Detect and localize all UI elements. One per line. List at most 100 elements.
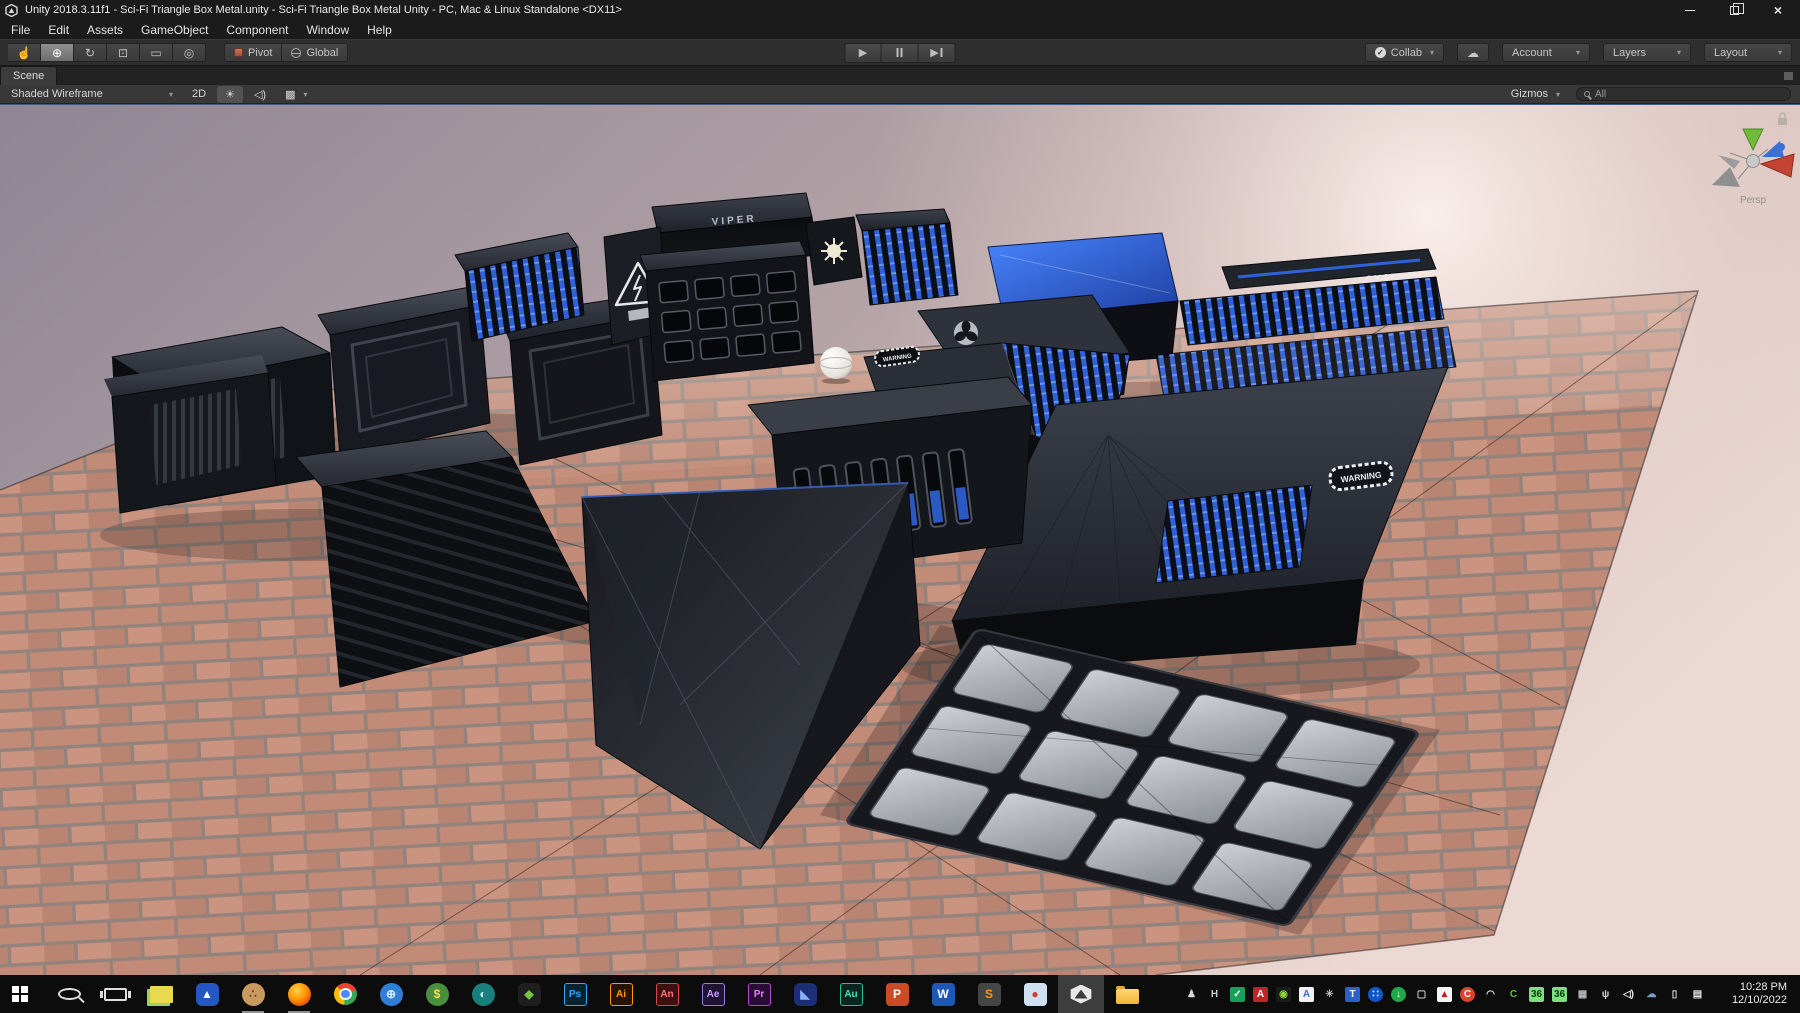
unity-window: Unity 2018.3.11f1 - Sci-Fi Triangle Box … xyxy=(0,0,1800,1013)
paint-app-icon[interactable]: ∴ xyxy=(230,975,276,1013)
menu-edit[interactable]: Edit xyxy=(39,23,78,37)
box-left-mid xyxy=(104,355,276,513)
hub-tray-icon[interactable]: ∷ xyxy=(1364,975,1387,1013)
camera-mode-label[interactable]: Persp xyxy=(1740,195,1767,206)
antivirus-tray-icon[interactable]: ✓ xyxy=(1226,975,1249,1013)
start-button[interactable] xyxy=(0,975,46,1013)
draw-mode-dropdown[interactable]: Shaded Wireframe▾ xyxy=(3,86,181,103)
taskbar-clock[interactable]: 10:28 PM 12/10/2022 xyxy=(1709,981,1795,1007)
menu-component[interactable]: Component xyxy=(217,23,297,37)
rotate-tool-button[interactable]: ↻ xyxy=(74,43,107,62)
menu-gameobject[interactable]: GameObject xyxy=(132,23,217,37)
dictionary-tray-icon[interactable]: T xyxy=(1341,975,1364,1013)
move-tool-button[interactable]: ⊕ xyxy=(41,43,74,62)
audio-toggle-button[interactable]: ◁) xyxy=(246,86,274,103)
scanner-app-icon[interactable]: ▲ xyxy=(184,975,230,1013)
menu-window[interactable]: Window xyxy=(297,23,358,37)
menu-file[interactable]: File xyxy=(2,23,39,37)
hotspot-tray-icon[interactable]: H xyxy=(1203,975,1226,1013)
windows-taskbar: ▲ ∴ ⊕ $ xyxy=(0,975,1800,1013)
hardware-monitor-tray-icon[interactable]: ▦ xyxy=(1571,975,1594,1013)
layout-dropdown[interactable]: Layout▾ xyxy=(1704,43,1792,62)
play-button[interactable]: ▶ xyxy=(845,43,882,63)
window-tray-icon[interactable]: ▢ xyxy=(1410,975,1433,1013)
gizmos-dropdown[interactable]: Gizmos▾ xyxy=(1503,86,1568,103)
battery-tray-icon[interactable]: ▯ xyxy=(1663,975,1686,1013)
cloud-button[interactable]: ☁ xyxy=(1457,43,1489,62)
onedrive-tray-icon[interactable]: ☁ xyxy=(1640,975,1663,1013)
taskbar-search-icon[interactable] xyxy=(46,975,92,1013)
3ds-max-icon[interactable]: ◆ xyxy=(506,975,552,1013)
effects-icon: ▩ xyxy=(285,88,295,101)
firefox-icon[interactable] xyxy=(276,975,322,1013)
after-effects-icon[interactable]: Ae xyxy=(690,975,736,1013)
global-toggle-button[interactable]: Global xyxy=(282,43,348,62)
step-button[interactable]: ▶ xyxy=(919,43,956,63)
nvidia-tray-icon[interactable]: ◉ xyxy=(1272,975,1295,1013)
desktop-globe-icon[interactable]: ◐ xyxy=(460,975,506,1013)
lighting-toggle-button[interactable]: ☀ xyxy=(217,86,243,103)
input-app-tray-icon[interactable]: A xyxy=(1295,975,1318,1013)
hand-tool-button[interactable]: ☝ xyxy=(8,43,41,62)
premiere-icon[interactable]: Pr xyxy=(736,975,782,1013)
usb-tray-icon[interactable]: ψ xyxy=(1594,975,1617,1013)
close-button[interactable]: × xyxy=(1756,0,1800,20)
search-icon xyxy=(1584,91,1590,97)
restore-button[interactable] xyxy=(1712,0,1756,20)
sublime-text-icon[interactable]: S xyxy=(966,975,1012,1013)
clock-time: 10:28 PM xyxy=(1709,981,1787,994)
clock-date: 12/10/2022 xyxy=(1709,994,1787,1007)
unity-taskbar-icon[interactable] xyxy=(1058,975,1104,1013)
cpu-temp-tray-icon[interactable]: 36 xyxy=(1525,975,1548,1013)
illustrator-icon[interactable]: Ai xyxy=(598,975,644,1013)
wifi-tray-icon[interactable]: ◠ xyxy=(1479,975,1502,1013)
pivot-toggle-button[interactable]: Pivot xyxy=(224,43,282,62)
effects-dropdown[interactable]: ▩ ▾ xyxy=(277,86,315,103)
system-tray: ♟ H ✓ A ◉ xyxy=(1180,975,1800,1013)
sticky-notes-icon[interactable] xyxy=(138,975,184,1013)
screen-recorder-icon[interactable]: ● xyxy=(1012,975,1058,1013)
task-view-icon[interactable] xyxy=(92,975,138,1013)
file-explorer-icon[interactable] xyxy=(1104,975,1150,1013)
photoshop-icon[interactable]: Ps xyxy=(552,975,598,1013)
ccleaner-tray-icon[interactable]: C xyxy=(1456,975,1479,1013)
minimize-button[interactable] xyxy=(1668,0,1712,20)
collab-dropdown[interactable]: ✓ Collab▾ xyxy=(1365,43,1444,62)
transform-tool-button[interactable]: ◎ xyxy=(173,43,206,62)
blue-design-app-icon[interactable]: ◣ xyxy=(782,975,828,1013)
gesture-tray-icon[interactable]: ✳ xyxy=(1318,975,1341,1013)
acrobat-tray-icon[interactable]: ▲ xyxy=(1433,975,1456,1013)
box-sun xyxy=(806,217,862,285)
gpu-temp-tray-icon[interactable]: 36 xyxy=(1548,975,1571,1013)
word-icon[interactable]: W xyxy=(920,975,966,1013)
scene-search-input[interactable]: All xyxy=(1576,87,1791,101)
action-center-tray-icon[interactable]: ▤ xyxy=(1686,975,1709,1013)
panel-tab-bar: Scene xyxy=(0,66,1800,85)
scene-viewport[interactable]: VIPER xyxy=(0,104,1800,975)
adobe-cc-tray-icon[interactable]: A xyxy=(1249,975,1272,1013)
menu-help[interactable]: Help xyxy=(358,23,401,37)
layers-dropdown[interactable]: Layers▾ xyxy=(1603,43,1691,62)
main-toolbar: ☝⊕↻⊡▭◎ Pivot Global ▶ ▶ ✓ Collab▾ ☁ xyxy=(0,39,1800,66)
powerpoint-icon[interactable]: P xyxy=(874,975,920,1013)
box-slot-grid xyxy=(640,241,814,381)
pause-button[interactable] xyxy=(882,43,919,63)
animate-icon[interactable]: An xyxy=(644,975,690,1013)
scale-tool-button[interactable]: ⊡ xyxy=(107,43,140,62)
tab-scene[interactable]: Scene xyxy=(0,66,57,85)
robot-tray-icon[interactable]: ♟ xyxy=(1180,975,1203,1013)
speaker-icon: ◁) xyxy=(254,88,266,101)
account-dropdown[interactable]: Account▾ xyxy=(1502,43,1590,62)
2d-toggle-button[interactable]: 2D xyxy=(184,86,214,103)
window-title: Unity 2018.3.11f1 - Sci-Fi Triangle Box … xyxy=(25,4,622,16)
chrome-icon[interactable] xyxy=(322,975,368,1013)
downloader-tray-icon[interactable]: ↓ xyxy=(1387,975,1410,1013)
globe-search-icon[interactable]: ⊕ xyxy=(368,975,414,1013)
panel-menu-icon[interactable] xyxy=(1784,72,1793,80)
rect-tool-button[interactable]: ▭ xyxy=(140,43,173,62)
menu-assets[interactable]: Assets xyxy=(78,23,132,37)
idm-tray-icon[interactable]: C xyxy=(1502,975,1525,1013)
audition-icon[interactable]: Au xyxy=(828,975,874,1013)
volume-tray-icon[interactable]: ◁) xyxy=(1617,975,1640,1013)
coin-app-icon[interactable]: $ xyxy=(414,975,460,1013)
